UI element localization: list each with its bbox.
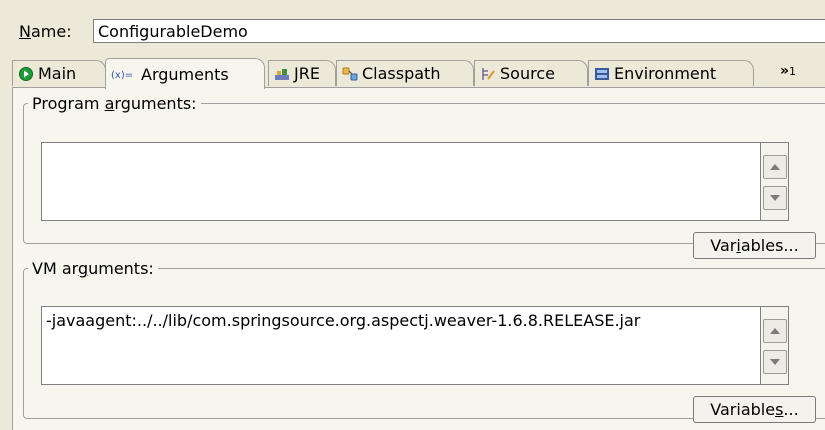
tab-jre[interactable]: JRE bbox=[268, 60, 336, 86]
tab-environment[interactable]: Environment bbox=[588, 60, 754, 86]
vm-variables-button[interactable]: Variable s... bbox=[693, 396, 816, 423]
classpath-icon bbox=[342, 66, 358, 82]
tab-source[interactable]: Source bbox=[474, 60, 588, 86]
vm-arguments-textarea[interactable]: -javaagent:../../lib/com.springsource.or… bbox=[41, 306, 761, 385]
source-icon bbox=[480, 66, 496, 82]
program-arguments-scrollbar[interactable] bbox=[761, 142, 789, 221]
tab-strip: Main (x)= Arguments JRE Classpath Source… bbox=[12, 58, 825, 89]
tab-main[interactable]: Main bbox=[12, 60, 106, 86]
arguments-panel: Program arguments: Var i ables... VM argum… bbox=[12, 87, 825, 430]
jre-icon bbox=[274, 66, 290, 82]
scroll-down-button[interactable] bbox=[763, 350, 787, 374]
arrow-down-icon bbox=[770, 359, 780, 365]
name-row: Name: bbox=[19, 19, 825, 45]
svg-text:(x)=: (x)= bbox=[111, 70, 133, 81]
scroll-down-button[interactable] bbox=[763, 186, 787, 210]
tab-arguments[interactable]: (x)= Arguments bbox=[105, 58, 265, 89]
arrow-up-icon bbox=[770, 164, 780, 170]
tab-classpath[interactable]: Classpath bbox=[336, 60, 474, 86]
program-arguments-label: Program arguments: bbox=[32, 94, 197, 113]
name-label: Name: bbox=[19, 22, 72, 41]
arrow-down-icon bbox=[770, 195, 780, 201]
vm-arguments-label: VM arguments: bbox=[32, 259, 154, 278]
environment-icon bbox=[594, 66, 610, 82]
arguments-icon: (x)= bbox=[111, 66, 137, 82]
scroll-up-button[interactable] bbox=[763, 155, 787, 179]
arrow-up-icon bbox=[770, 328, 780, 334]
program-arguments-textarea[interactable] bbox=[41, 142, 761, 221]
main-run-icon bbox=[18, 66, 34, 82]
program-variables-button[interactable]: Var i ables... bbox=[693, 232, 816, 259]
tab-overflow-button[interactable]: »1 bbox=[780, 63, 796, 79]
vm-arguments-group: VM arguments: -javaagent:../../lib/com.s… bbox=[23, 259, 825, 423]
vm-arguments-scrollbar[interactable] bbox=[761, 306, 789, 385]
program-arguments-group: Program arguments: Var i ables... bbox=[23, 94, 825, 259]
scroll-up-button[interactable] bbox=[763, 319, 787, 343]
name-input[interactable] bbox=[93, 19, 825, 43]
